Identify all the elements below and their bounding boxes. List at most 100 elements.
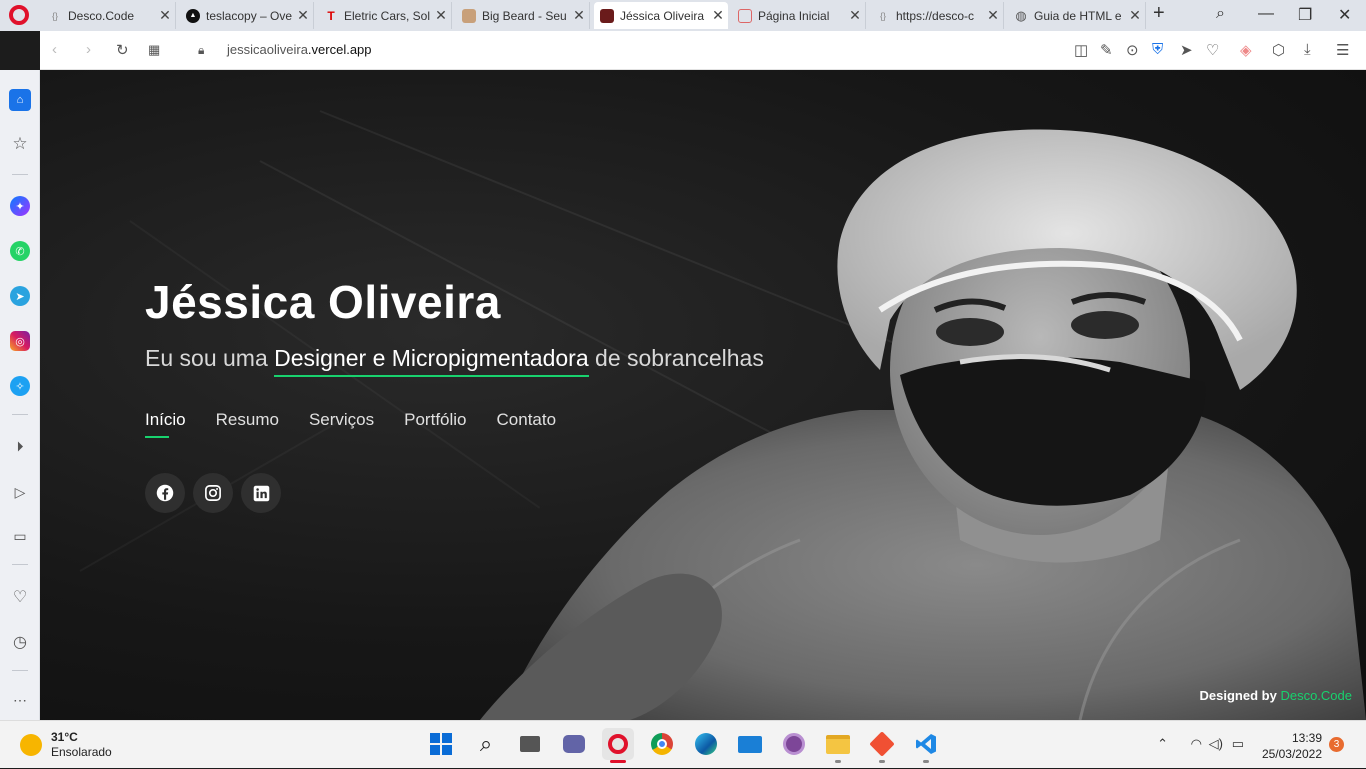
close-tab-icon[interactable]: ✕ [845,7,865,24]
chrome-icon[interactable] [646,728,678,760]
tab-pagina-inicial[interactable]: Página Inicial ✕ [732,2,866,29]
whatsapp-icon[interactable]: ✆ [10,241,30,261]
close-tab-icon[interactable]: ✕ [708,7,728,24]
linkedin-link[interactable] [241,473,281,513]
download-icon[interactable]: ⤓ [1304,41,1311,58]
restore-icon[interactable]: ❐ [1298,5,1312,25]
notification-badge[interactable]: 3 [1329,737,1344,752]
close-tab-icon[interactable]: ✕ [983,7,1003,24]
close-tab-icon[interactable]: ✕ [1125,7,1145,24]
teams-chat-icon[interactable] [558,728,590,760]
windows-taskbar: 31°C Ensolarado ⌕ ⌃ ◠ ◁) ▭ 13:39 25/03/2… [0,720,1366,768]
wallet-icon[interactable]: ▭ [10,526,30,546]
git-icon[interactable] [866,728,898,763]
tab-desco-code[interactable]: {} Desco.Code ✕ [42,2,176,29]
nav-contato[interactable]: Contato [497,410,557,438]
tor-browser-icon[interactable] [778,728,810,760]
tab-big-beard[interactable]: Big Beard - Seu ✕ [456,2,590,29]
extension-cube-icon[interactable]: ◈ [1240,41,1252,59]
task-view-icon[interactable] [514,728,546,760]
volume-icon[interactable]: ◁) [1209,736,1223,752]
search-icon[interactable]: ⌕ [470,728,502,760]
twitter-icon[interactable]: ✧ [10,376,30,396]
instagram-icon [205,485,221,501]
mail-icon[interactable] [734,728,766,760]
open-indicator [835,760,841,763]
nav-servicos[interactable]: Serviços [309,410,374,438]
main-nav: Início Resumo Serviços Portfólio Contato [145,410,556,438]
windows-logo-icon [430,733,452,755]
tab-title: Página Inicial [758,8,830,23]
hero-section: Jéssica Oliveira Eu sou uma Designer e M… [40,70,1366,720]
tab-guia-html[interactable]: ◍ Guia de HTML e ✕ [1008,2,1146,29]
forward-icon[interactable]: › [86,41,91,58]
favorites-heart-icon[interactable]: ♡ [10,587,30,607]
tab-desco-url[interactable]: {} https://desco-c ✕ [870,2,1004,29]
reader-mode-icon[interactable]: ◫ [1074,41,1088,59]
subtitle-intro: Eu sou uma [145,345,275,371]
player-icon[interactable]: ⏵ [10,436,30,456]
clock[interactable]: 13:39 25/03/2022 [1262,730,1322,762]
nav-resumo[interactable]: Resumo [216,410,279,438]
close-window-icon[interactable]: ✕ [1338,5,1351,25]
instagram-link[interactable] [193,473,233,513]
facebook-link[interactable] [145,473,185,513]
new-tab-icon[interactable]: + [1153,2,1165,25]
easy-setup-icon[interactable]: ☰ [1336,41,1349,59]
close-tab-icon[interactable]: ✕ [293,7,313,24]
opera-menu-icon[interactable] [9,5,29,25]
instagram-icon[interactable]: ◎ [10,331,30,351]
show-hidden-icons-icon[interactable]: ⌃ [1157,736,1168,752]
linkedin-icon [253,485,269,501]
lock-icon: 🔒︎ [198,43,205,57]
vscode-icon[interactable] [910,728,942,763]
tesla-favicon-icon: T [327,8,335,23]
edge-icon[interactable] [690,728,722,760]
close-tab-icon[interactable]: ✕ [569,7,589,24]
tab-bar: {} Desco.Code ✕ ▲ teslacopy – Ove ✕ T El… [0,0,1366,31]
weather-widget[interactable]: 31°C Ensolarado [20,730,112,760]
clock-time: 13:39 [1291,731,1322,745]
tor-shape [783,733,805,755]
home-icon[interactable]: ⌂ [9,89,31,111]
nav-portfolio[interactable]: Portfólio [404,410,466,438]
credits-label: Designed by [1199,688,1281,703]
minimize-icon[interactable]: — [1258,5,1274,23]
open-indicator [879,760,885,763]
barber-favicon-icon [462,8,476,23]
start-button[interactable] [425,728,457,760]
tab-teslacopy[interactable]: ▲ teslacopy – Ove ✕ [180,2,314,29]
adblock-shield-icon[interactable]: ⛨ [1152,41,1163,58]
more-dots-icon[interactable]: ⋯ [10,690,30,710]
back-icon[interactable]: ‹ [52,41,57,58]
heart-icon[interactable]: ♡ [1206,41,1219,59]
credits-link[interactable]: Desco.Code [1280,688,1352,703]
search-tabs-icon[interactable]: ⌕ [1216,5,1225,23]
credits-footer: Designed by Desco.Code [1200,688,1352,703]
opera-shape [608,734,628,754]
edge-shape [695,733,717,755]
tab-tesla[interactable]: T Eletric Cars, Sol ✕ [318,2,452,29]
send-icon[interactable]: ➤ [1180,41,1193,59]
flow-send-icon[interactable]: ▷ [10,482,30,502]
battery-icon[interactable]: ▭ [1232,736,1244,752]
close-tab-icon[interactable]: ✕ [155,7,175,24]
nav-inicio[interactable]: Início [145,410,186,438]
wifi-icon[interactable]: ◠ [1191,736,1202,752]
tab-jessica-oliveira[interactable]: Jéssica Oliveira ✕ [594,2,728,29]
speed-dial-star-icon[interactable]: ☆ [10,134,30,154]
history-clock-icon[interactable]: ◷ [10,632,30,652]
reload-icon[interactable]: ↻ [116,41,129,59]
snapshot-edit-icon[interactable]: ✎ [1100,41,1113,59]
tabs-grid-icon[interactable]: ▦ [148,42,160,58]
telegram-icon[interactable]: ➤ [10,286,30,306]
extensions-icon[interactable]: ⬡ [1272,41,1285,59]
url-field[interactable]: jessicaoliveira.vercel.app [227,42,372,57]
camera-icon[interactable]: ⊙ [1126,41,1139,59]
close-tab-icon[interactable]: ✕ [431,7,451,24]
hero-subtitle: Eu sou uma Designer e Micropigmentadora … [145,345,764,377]
subtitle-outro: de sobrancelhas [588,345,764,371]
file-explorer-icon[interactable] [822,728,854,763]
messenger-icon[interactable]: ✦ [10,196,30,216]
opera-taskbar-icon[interactable] [602,728,634,763]
